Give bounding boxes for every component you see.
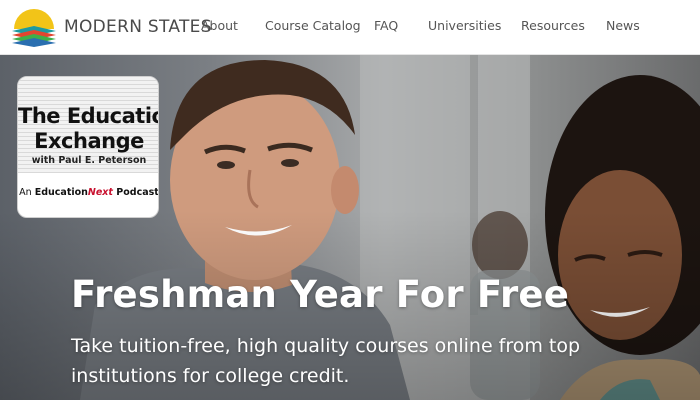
nav-faq[interactable]: FAQ bbox=[374, 17, 398, 35]
hero-banner: The Education Exchange with Paul E. Pete… bbox=[0, 55, 700, 400]
hero-subtitle: Take tuition-free, high quality courses … bbox=[71, 335, 581, 387]
podcast-brand-next: Next bbox=[87, 187, 113, 198]
podcast-promo-card[interactable]: The Education Exchange with Paul E. Pete… bbox=[17, 76, 159, 218]
main-nav: About Course Catalog FAQ Universities Re… bbox=[0, 0, 700, 55]
nav-course-catalog[interactable]: Course Catalog bbox=[265, 17, 361, 35]
nav-universities[interactable]: Universities bbox=[428, 17, 501, 35]
site-header: MODERN STATES About Course Catalog FAQ U… bbox=[0, 0, 700, 55]
podcast-footer: An EducationNext Podcast bbox=[18, 187, 159, 198]
nav-news[interactable]: News bbox=[606, 17, 640, 35]
podcast-brand-education: Education bbox=[34, 187, 88, 198]
podcast-title-line2: Exchange bbox=[34, 129, 144, 153]
nav-resources[interactable]: Resources bbox=[521, 17, 585, 35]
nav-about[interactable]: About bbox=[201, 17, 238, 35]
podcast-host: with Paul E. Peterson bbox=[31, 155, 147, 166]
podcast-footer-prefix: An bbox=[19, 187, 35, 198]
podcast-title-line1: The Education bbox=[18, 104, 158, 128]
hero-title: Freshman Year For Free bbox=[71, 273, 570, 316]
podcast-footer-suffix: Podcast bbox=[112, 187, 159, 198]
